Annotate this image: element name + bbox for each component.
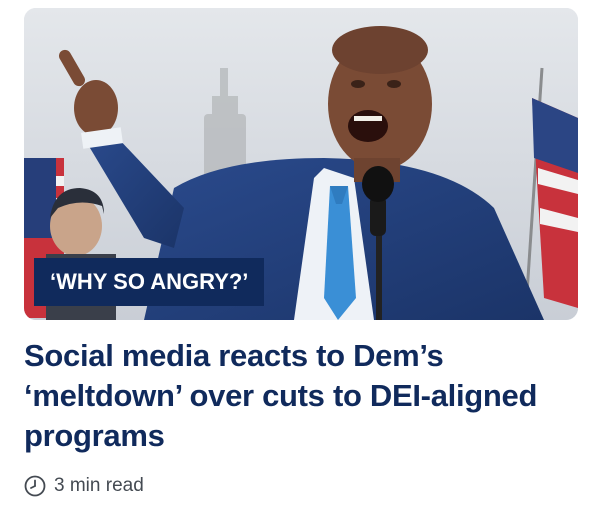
article-headline[interactable]: Social media reacts to Dem’s ‘meltdown’ … [24,336,584,456]
article-card[interactable]: ‘WHY SO ANGRY?’ Social media reacts to D… [0,0,600,506]
read-time-meta: 3 min read [24,474,144,498]
clock-icon [24,475,46,497]
read-time-label: 3 min read [54,475,144,496]
article-label-badge: ‘WHY SO ANGRY?’ [34,258,265,306]
